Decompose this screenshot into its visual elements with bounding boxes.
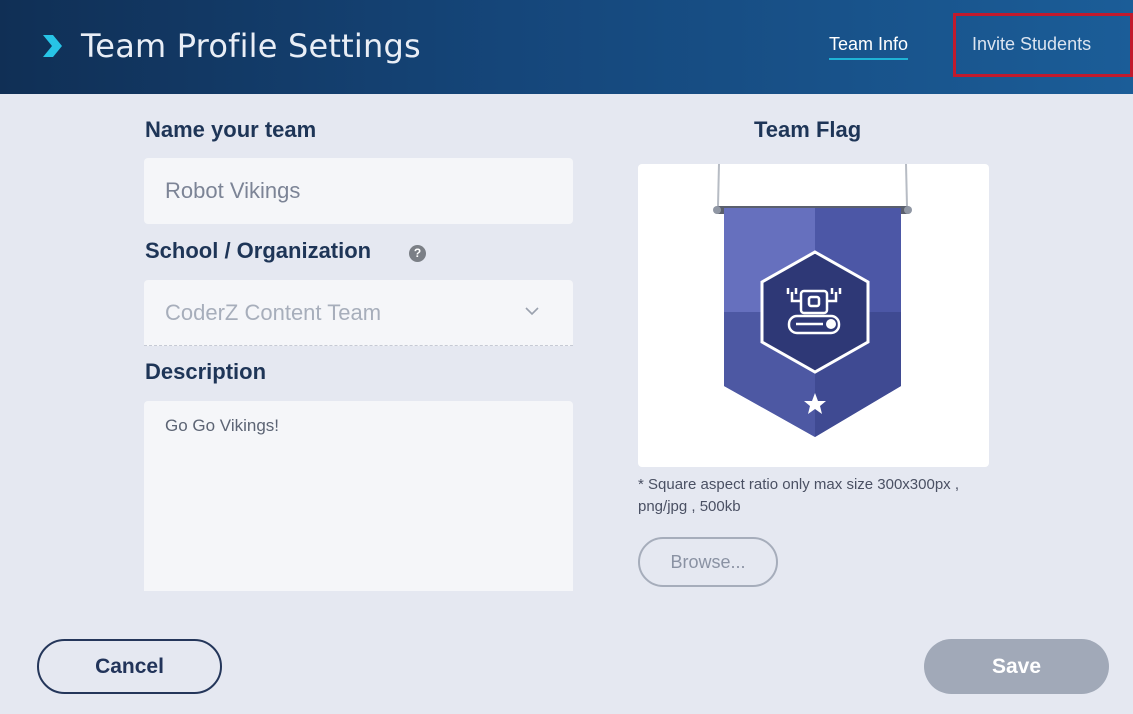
page-title: Team Profile Settings [81,27,421,65]
browse-button[interactable]: Browse... [638,537,778,587]
tab-invite-students[interactable]: Invite Students [972,34,1091,55]
active-tab-underline [829,58,908,60]
team-flag-label: Team Flag [754,117,861,143]
tab-team-info-label: Team Info [829,34,908,54]
flag-preview [638,164,989,467]
header-bar: Team Profile Settings Team Info Invite S… [0,0,1133,94]
description-textarea[interactable]: Go Go Vikings! [144,401,573,591]
save-button[interactable]: Save [924,639,1109,694]
team-name-label: Name your team [145,117,316,143]
team-name-input[interactable]: Robot Vikings [144,158,573,224]
description-label: Description [145,359,266,385]
team-flag-image [638,164,989,467]
organization-value: CoderZ Content Team [165,300,381,325]
cancel-button[interactable]: Cancel [37,639,222,694]
organization-label: School / Organization [145,238,371,264]
help-icon[interactable]: ? [409,245,426,262]
chevron-down-icon [525,304,539,318]
tab-invite-students-label: Invite Students [972,34,1091,54]
chevron-right-icon [40,33,64,59]
flag-size-note: * Square aspect ratio only max size 300x… [638,474,998,518]
organization-select[interactable]: CoderZ Content Team [144,280,573,346]
tab-team-info[interactable]: Team Info [829,34,908,55]
